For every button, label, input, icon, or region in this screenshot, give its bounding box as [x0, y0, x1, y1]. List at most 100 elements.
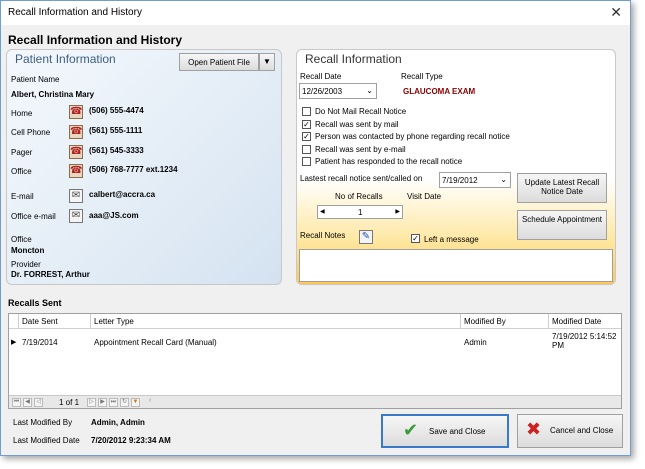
- pager-label: Pager: [11, 148, 33, 157]
- save-and-close-button[interactable]: ✔ Save and Close: [381, 414, 509, 448]
- first-page-icon[interactable]: ⏮: [12, 398, 21, 407]
- sent-by-mail-label: Recall was sent by mail: [315, 120, 399, 129]
- page-indicator: 1 of 1: [59, 398, 80, 407]
- update-latest-recall-button[interactable]: Update Latest Recall Notice Date: [517, 173, 607, 203]
- recall-notes-textarea[interactable]: [299, 249, 613, 282]
- save-and-close-label: Save and Close: [429, 427, 486, 436]
- sent-by-mail-checkbox[interactable]: ✓: [302, 120, 311, 129]
- recalls-sent-table: Date Sent Letter Type Modified By Modifi…: [8, 313, 622, 409]
- office-phone-label: Office: [11, 167, 32, 176]
- window-title: Recall Information and History: [8, 7, 142, 18]
- do-not-mail-checkbox[interactable]: [302, 107, 311, 116]
- phone-icon[interactable]: ☎: [69, 145, 83, 159]
- no-of-recalls-label: No of Recalls: [335, 192, 383, 201]
- recall-date-picker[interactable]: 12/26/2003 ⌄: [299, 83, 377, 99]
- col-letter-type[interactable]: Letter Type: [91, 314, 461, 329]
- next-icon[interactable]: ▷: [87, 398, 96, 407]
- recall-count-stepper[interactable]: ◀ 1 ▶: [317, 205, 403, 219]
- email-icon[interactable]: ✉: [69, 209, 83, 223]
- cancel-and-close-button[interactable]: ✖ Cancel and Close: [517, 414, 623, 448]
- office-phone: (506) 768-7777 ext.1234: [89, 165, 178, 174]
- chevron-left-icon[interactable]: ◀: [320, 208, 325, 215]
- contacted-by-phone-checkbox[interactable]: ✓: [302, 132, 311, 141]
- left-message-checkbox[interactable]: ✓: [411, 234, 420, 243]
- visit-date-label: Visit Date: [407, 192, 442, 201]
- patient-responded-checkbox[interactable]: [302, 157, 311, 166]
- patient-name: Albert, Christina Mary: [11, 90, 95, 99]
- office-name: Moncton: [11, 246, 45, 255]
- schedule-appointment-button[interactable]: Schedule Appointment: [517, 210, 607, 240]
- checkmark-icon: ✔: [403, 420, 419, 440]
- phone-icon[interactable]: ☎: [69, 105, 83, 119]
- open-patient-file-button[interactable]: Open Patient File: [179, 53, 259, 71]
- recalls-sent-title: Recalls Sent: [8, 298, 62, 308]
- next-page-icon[interactable]: ▶: [98, 398, 107, 407]
- notes-calendar-icon[interactable]: ✎: [359, 230, 373, 244]
- prev-icon[interactable]: ◁: [34, 398, 43, 407]
- recall-dialog: Recall Information and History ✕ Recall …: [0, 0, 631, 456]
- grid-pager: ⏮ ◀ ◁ 1 of 1 ▷ ▶ ⏭ ↻ ▼ ‹: [9, 395, 621, 408]
- email: calbert@accra.ca: [89, 190, 156, 199]
- latest-notice-date: 7/19/2012: [442, 176, 478, 185]
- scroll-left-icon[interactable]: ‹: [149, 397, 151, 404]
- cancel-and-close-label: Cancel and Close: [550, 426, 614, 435]
- pager-number: (561) 545-3333: [89, 146, 144, 155]
- recall-type-value: GLAUCOMA EXAM: [403, 87, 476, 96]
- cell-date-sent: 7/19/2014: [22, 338, 58, 347]
- contacted-by-phone-label: Person was contacted by phone regarding …: [315, 132, 510, 141]
- close-icon[interactable]: ✕: [610, 4, 622, 21]
- chevron-right-icon[interactable]: ▶: [395, 208, 400, 215]
- latest-notice-date-picker[interactable]: 7/19/2012 ⌄: [439, 172, 511, 188]
- email-label: E-mail: [11, 192, 34, 201]
- email-icon[interactable]: ✉: [69, 189, 83, 203]
- recall-date-label: Recall Date: [300, 72, 342, 81]
- page-title: Recall Information and History: [8, 33, 183, 47]
- patient-name-label: Patient Name: [11, 75, 60, 84]
- last-modified-date-label: Last Modified Date: [13, 436, 80, 445]
- provider-name: Dr. FORREST, Arthur: [11, 270, 90, 279]
- patient-information-panel: Patient Information Open Patient File ▼ …: [6, 49, 282, 285]
- cell-modified-by: Admin: [464, 338, 487, 347]
- office-email-label: Office e-mail: [11, 212, 56, 221]
- table-row[interactable]: ▶ 7/19/2014 Appointment Recall Card (Man…: [9, 330, 621, 356]
- patient-section-title: Patient Information: [15, 52, 116, 66]
- patient-responded-label: Patient has responded to the recall noti…: [315, 157, 463, 166]
- recall-type-label: Recall Type: [401, 72, 443, 81]
- home-phone-label: Home: [11, 109, 33, 118]
- row-selector-header: [9, 314, 19, 329]
- recall-information-panel: Recall Information Recall Date 12/26/200…: [296, 49, 616, 285]
- provider-label: Provider: [11, 260, 41, 269]
- cell-phone-label: Cell Phone: [11, 128, 51, 137]
- recall-notes-label: Recall Notes: [300, 231, 346, 240]
- cancel-x-icon: ✖: [526, 419, 542, 439]
- sent-by-email-checkbox[interactable]: [302, 145, 311, 154]
- chevron-down-icon[interactable]: ⌄: [500, 175, 507, 184]
- cell-modified-date: 7/19/2012 5:14:52 PM: [552, 332, 617, 350]
- last-page-icon[interactable]: ⏭: [109, 398, 118, 407]
- cell-letter-type: Appointment Recall Card (Manual): [94, 338, 217, 347]
- row-pointer-icon: ▶: [11, 339, 17, 346]
- do-not-mail-label: Do Not Mail Recall Notice: [315, 107, 407, 116]
- office-email: aaa@JS.com: [89, 211, 139, 220]
- col-modified-date[interactable]: Modified Date: [549, 314, 621, 329]
- col-modified-by[interactable]: Modified By: [461, 314, 549, 329]
- filter-icon[interactable]: ▼: [131, 398, 140, 407]
- prev-page-icon[interactable]: ◀: [23, 398, 32, 407]
- sent-by-email-label: Recall was sent by e-mail: [315, 145, 406, 154]
- last-modified-date: 7/20/2012 9:23:34 AM: [91, 436, 171, 445]
- cell-phone: (561) 555-1111: [89, 126, 143, 135]
- chevron-down-icon[interactable]: ▼: [259, 53, 275, 71]
- refresh-icon[interactable]: ↻: [120, 398, 129, 407]
- last-modified-by-label: Last Modified By: [13, 418, 73, 427]
- title-bar: Recall Information and History ✕: [1, 1, 630, 25]
- recall-section-title: Recall Information: [305, 52, 402, 66]
- recall-date-value: 12/26/2003: [302, 87, 343, 96]
- col-date-sent[interactable]: Date Sent: [19, 314, 91, 329]
- phone-icon[interactable]: ☎: [69, 125, 83, 139]
- home-phone: (506) 555-4474: [89, 106, 144, 115]
- left-message-label: Left a message: [424, 235, 479, 244]
- chevron-down-icon[interactable]: ⌄: [366, 86, 373, 95]
- last-modified-by: Admin, Admin: [91, 418, 145, 427]
- phone-icon[interactable]: ☎: [69, 164, 83, 178]
- latest-notice-label: Lastest recall notice sent/called on: [300, 174, 423, 183]
